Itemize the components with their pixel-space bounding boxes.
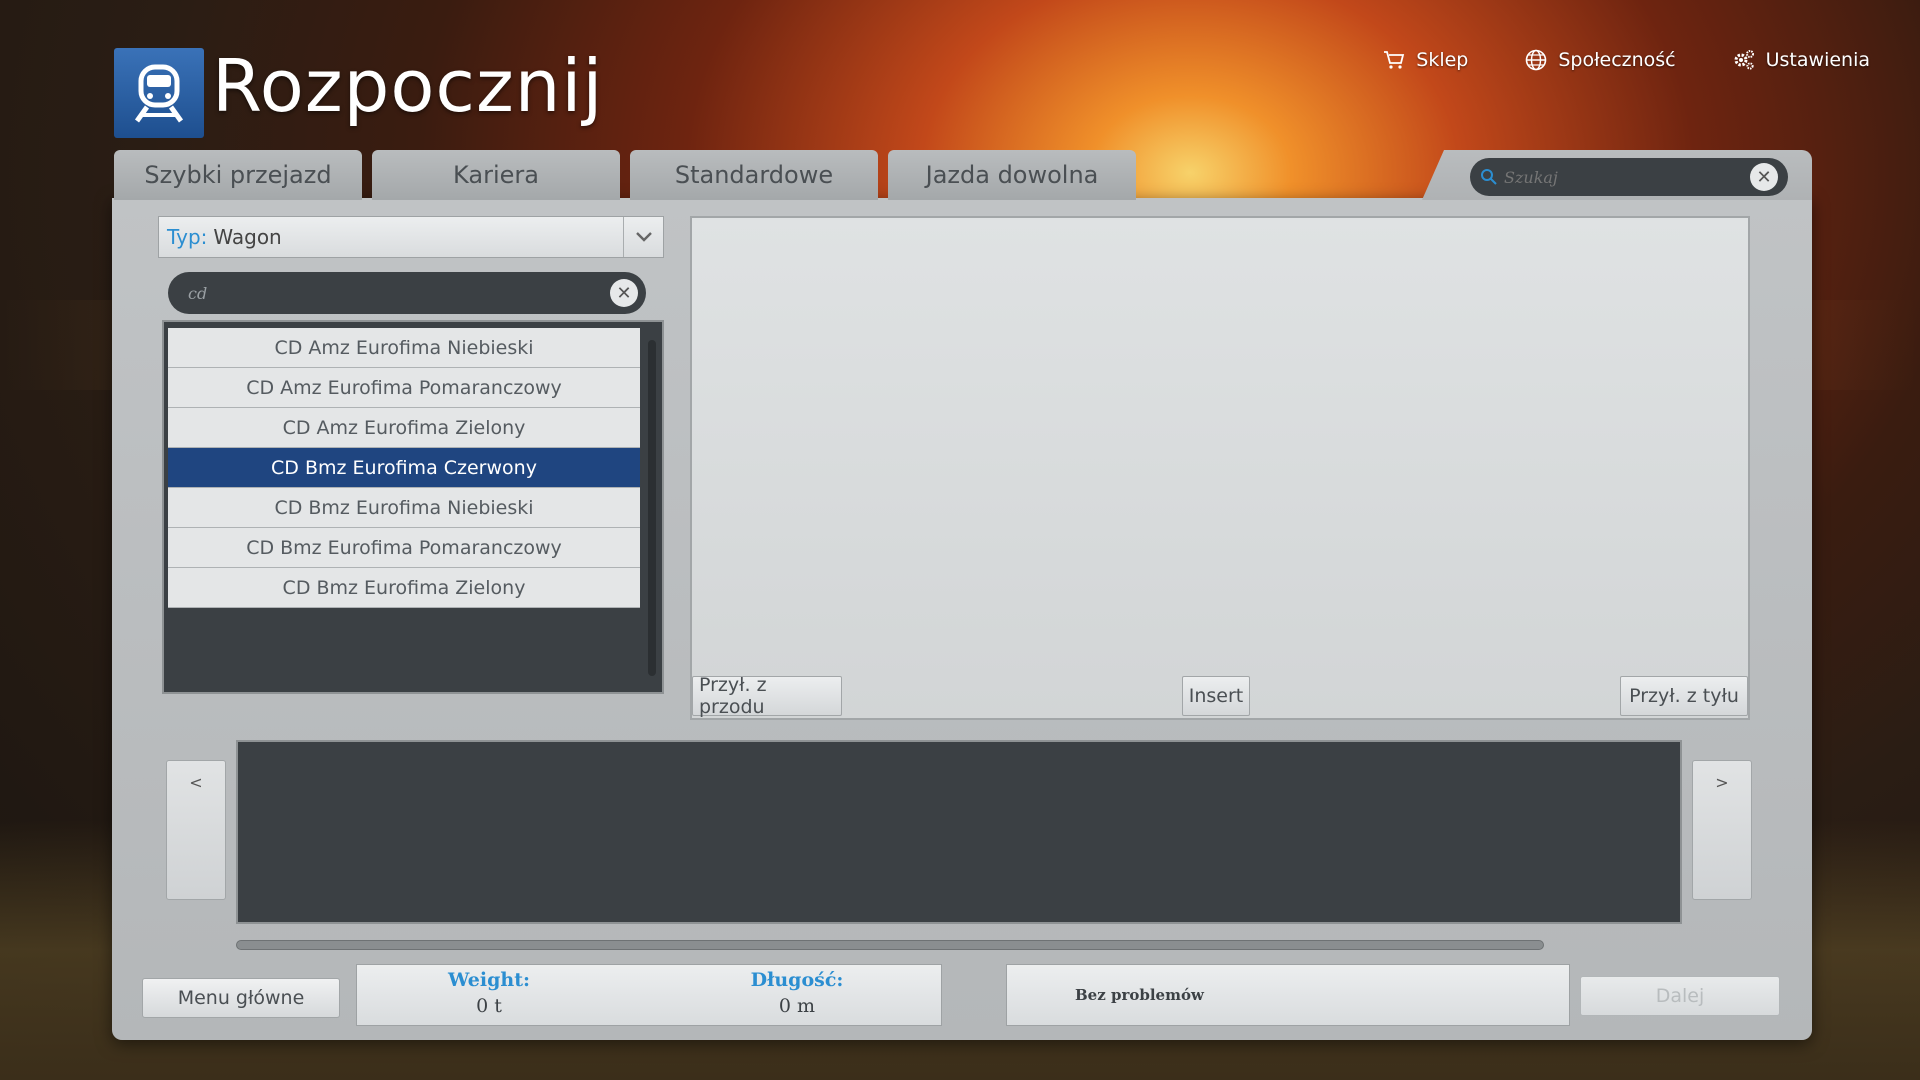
weight-label: Weight: — [448, 969, 530, 991]
nav-settings-label: Ustawienia — [1765, 49, 1870, 71]
nav-community-label: Społeczność — [1558, 49, 1676, 71]
gears-icon — [1734, 50, 1754, 70]
search-input[interactable] — [1504, 167, 1750, 187]
nav-shop[interactable]: Sklep — [1382, 48, 1468, 72]
tab-quick-drive[interactable]: Szybki przejazd — [114, 150, 362, 200]
list-item[interactable]: CD Amz Eurofima Zielony — [168, 408, 640, 448]
filter-clear-button[interactable]: ✕ — [610, 279, 638, 307]
nav-shop-label: Sklep — [1416, 49, 1469, 71]
list-item[interactable]: CD Bmz Eurofima Niebieski — [168, 488, 640, 528]
couple-back-button[interactable]: Przył. z tyłu — [1620, 676, 1748, 716]
vehicle-list-items: CD Amz Eurofima Niebieski CD Amz Eurofim… — [168, 328, 640, 608]
globe-icon — [1526, 49, 1547, 71]
close-icon: ✕ — [1756, 166, 1772, 188]
list-item[interactable]: CD Amz Eurofima Pomaranczowy — [168, 368, 640, 408]
vehicle-preview — [690, 216, 1750, 720]
consist-stats: Weight: 0 t Długość: 0 m — [356, 964, 942, 1026]
nav-community[interactable]: Społeczność — [1524, 48, 1676, 72]
tab-career[interactable]: Kariera — [372, 150, 620, 200]
couple-front-button[interactable]: Przył. z przodu — [692, 674, 842, 718]
type-select-value: Wagon — [213, 225, 282, 249]
chevron-down-icon — [623, 217, 663, 257]
length-label: Długość: — [750, 969, 844, 991]
list-item[interactable]: CD Bmz Eurofima Zielony — [168, 568, 640, 608]
tab-standard[interactable]: Standardowe — [630, 150, 878, 200]
next-button: Dalej — [1580, 976, 1780, 1016]
type-select[interactable]: Typ: Wagon — [158, 216, 664, 258]
search-clear-button[interactable]: ✕ — [1750, 163, 1778, 191]
close-icon: ✕ — [616, 282, 632, 304]
insert-button[interactable]: Insert — [1182, 676, 1250, 716]
weight-value: 0 t — [476, 995, 502, 1017]
list-scrollbar[interactable] — [648, 340, 656, 676]
main-menu-button[interactable]: Menu główne — [142, 978, 340, 1018]
cart-icon — [1384, 51, 1405, 69]
length-value: 0 m — [778, 995, 816, 1017]
train-logo-icon — [114, 48, 204, 138]
page-title: Rozpocznij — [212, 44, 604, 128]
nav-settings[interactable]: Ustawienia — [1732, 48, 1870, 72]
top-nav: Sklep Społeczność Ustawienia — [1382, 48, 1870, 72]
search-field: ✕ — [1470, 158, 1788, 196]
list-item[interactable]: CD Bmz Eurofima Pomaranczowy — [168, 528, 640, 568]
length-stat: Długość: 0 m — [697, 965, 897, 1017]
vehicle-list: CD Amz Eurofima Niebieski CD Amz Eurofim… — [162, 320, 664, 694]
consist-next-button[interactable]: > — [1692, 760, 1752, 900]
consist-scrollbar[interactable] — [236, 940, 1544, 950]
consist-strip — [236, 740, 1682, 924]
weight-stat: Weight: 0 t — [389, 965, 589, 1017]
type-select-label: Typ: — [167, 225, 208, 249]
list-item-selected[interactable]: CD Bmz Eurofima Czerwony — [168, 448, 640, 488]
status-message: Bez problemów — [1006, 964, 1570, 1026]
filter-field: ✕ — [168, 272, 646, 314]
search-icon — [1481, 169, 1497, 185]
list-item[interactable]: CD Amz Eurofima Niebieski — [168, 328, 640, 368]
tab-free-roam[interactable]: Jazda dowolna — [888, 150, 1136, 200]
filter-input[interactable] — [188, 283, 610, 303]
consist-prev-button[interactable]: < — [166, 760, 226, 900]
